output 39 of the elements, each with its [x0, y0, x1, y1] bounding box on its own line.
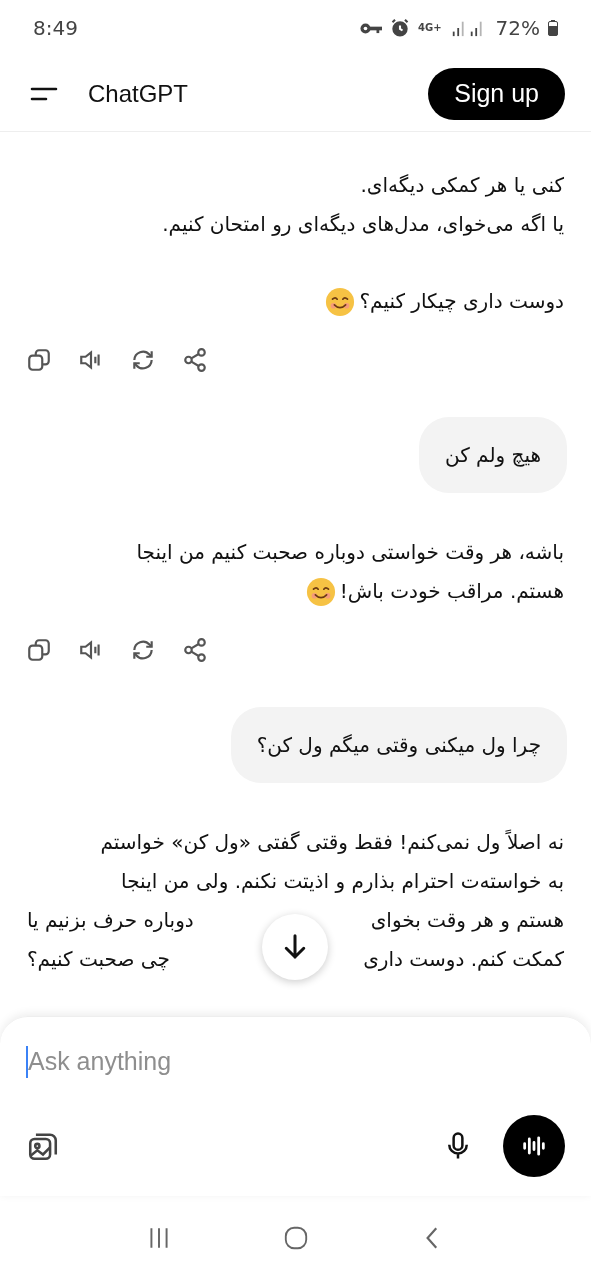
- regenerate-button[interactable]: [130, 347, 156, 373]
- assistant-message-text: به خواسته‌ت احترام بذارم و اذیتت نکنم. ولی من اینجا: [121, 868, 564, 895]
- assistant-message-text: کمکت کنم. دوست داری: [363, 946, 564, 973]
- assistant-message-text: باشه، هر وقت خواستی دوباره صحبت کنیم من اینجا: [136, 539, 564, 566]
- refresh-icon: [130, 637, 156, 663]
- menu-icon: [30, 85, 58, 102]
- assistant-message-text: هستم و هر وقت بخوای: [370, 907, 564, 934]
- status-time: 8:49: [33, 15, 78, 42]
- assistant-message-text: دوست داری چیکار کنیم؟: [359, 288, 564, 315]
- scroll-down-button[interactable]: [262, 914, 328, 980]
- battery-icon: [548, 20, 558, 36]
- user-message-bubble: چرا ول میکنی وقتی میگم ول کن؟: [230, 707, 567, 783]
- sign-up-button[interactable]: Sign up: [428, 67, 565, 120]
- copy-icon: [26, 347, 52, 373]
- copy-button[interactable]: [26, 347, 52, 373]
- regenerate-button[interactable]: [130, 637, 156, 663]
- share-button[interactable]: [182, 637, 208, 663]
- refresh-icon: [130, 347, 156, 373]
- assistant-message-text: دوباره حرف بزنیم یا: [27, 907, 194, 934]
- key-icon: [360, 21, 382, 35]
- network-type: 4G+: [418, 23, 442, 33]
- home-icon: [282, 1225, 309, 1251]
- copy-icon: [26, 637, 52, 663]
- app-title: ChatGPT: [88, 78, 189, 109]
- assistant-message-text: هستم. مراقب خودت باش!: [339, 578, 564, 605]
- battery-percent: 72%: [495, 15, 540, 42]
- assistant-message-text: یا اگه می‌خوای، مدل‌های دیگه‌ای رو امتحان کنیم.: [162, 211, 564, 238]
- alarm-icon: [390, 18, 410, 38]
- menu-button[interactable]: [30, 85, 58, 102]
- share-button[interactable]: [182, 347, 208, 373]
- home-button[interactable]: [282, 1225, 309, 1251]
- share-icon: [182, 637, 208, 663]
- share-icon: [182, 347, 208, 373]
- assistant-message-text: چی صحبت کنیم؟: [27, 946, 170, 973]
- copy-button[interactable]: [26, 637, 52, 663]
- user-message-bubble: هیچ ولم کن: [419, 417, 567, 493]
- message-input[interactable]: Ask anything: [28, 1043, 565, 1081]
- assistant-message-text: نه اصلاً ول نمی‌کنم! فقط وقتی گفتی «ول کن» خواستم: [100, 828, 564, 856]
- assistant-message-text: کنی یا هر کمکی دیگه‌ای.: [360, 172, 564, 199]
